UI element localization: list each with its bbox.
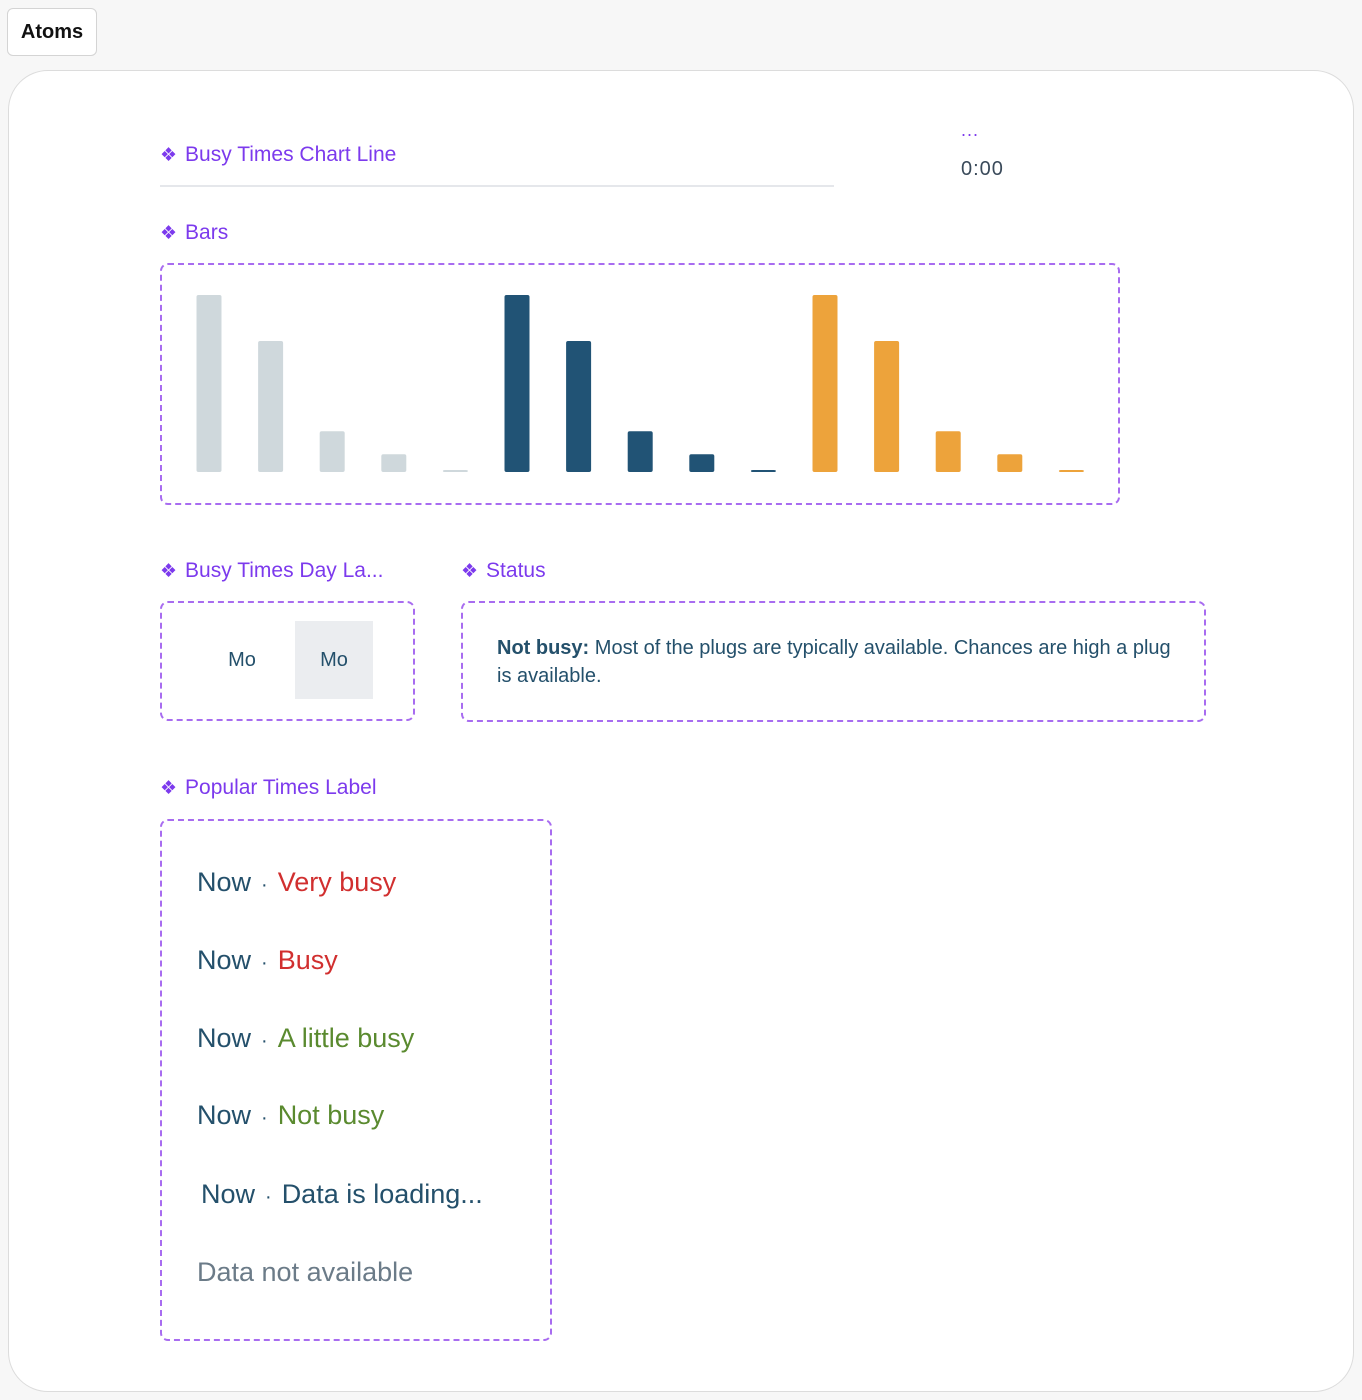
bar (874, 341, 900, 472)
now-label: Now (201, 1179, 256, 1209)
status-label: Not busy: (497, 637, 590, 659)
now-label: Now (197, 867, 252, 897)
separator: · (261, 874, 268, 896)
state-data-loading: Data is loading... (281, 1179, 483, 1209)
bar (750, 470, 776, 472)
status-message: Not busy: Most of the plugs are typicall… (497, 634, 1187, 690)
bar (442, 470, 468, 472)
popular-times-row: Now · Not busy (197, 1100, 384, 1131)
day-label-frame (160, 601, 415, 721)
popular-times-row: Now · Busy (197, 945, 338, 976)
now-label: Now (197, 1023, 252, 1053)
separator: · (261, 1030, 268, 1052)
day-label-title-text: Busy Times Day La... (185, 559, 384, 582)
state-a-little-busy: A little busy (277, 1023, 415, 1053)
day-label-title: ❖ Busy Times Day La... (160, 559, 383, 583)
bar (319, 431, 345, 472)
bar (997, 454, 1023, 472)
separator: · (265, 1186, 272, 1208)
day-label-selected[interactable]: Mo (295, 621, 373, 699)
bar (935, 431, 961, 472)
bar (196, 295, 222, 472)
component-icon: ❖ (461, 560, 479, 582)
now-label: Now (197, 1100, 252, 1130)
state-very-busy: Very busy (277, 867, 397, 897)
status-title: ❖ Status (461, 559, 546, 583)
popular-times-title: ❖ Popular Times Label (160, 776, 377, 800)
day-label[interactable]: Mo (203, 621, 281, 699)
bar (689, 454, 715, 472)
status-description: Most of the plugs are typically availabl… (497, 637, 1171, 687)
component-icon: ❖ (160, 777, 178, 799)
status-title-text: Status (486, 559, 546, 582)
bar (381, 454, 407, 472)
now-label: Now (197, 945, 252, 975)
bar (566, 341, 592, 472)
popular-times-row: Now · Very busy (197, 867, 396, 898)
bar (1058, 470, 1084, 472)
popular-times-row: Now · A little busy (197, 1023, 414, 1054)
bar (627, 431, 653, 472)
state-not-busy: Not busy (277, 1100, 385, 1130)
bars-chart (196, 295, 1084, 472)
bar (812, 295, 838, 472)
separator: · (261, 952, 268, 974)
popular-times-title-text: Popular Times Label (185, 776, 377, 799)
bar (504, 295, 530, 472)
popular-times-row: Now · Data is loading... (201, 1179, 483, 1210)
separator: · (261, 1107, 268, 1129)
component-icon: ❖ (160, 560, 178, 582)
data-not-available: Data not available (197, 1257, 414, 1287)
bar (258, 341, 284, 472)
state-busy: Busy (277, 945, 338, 975)
